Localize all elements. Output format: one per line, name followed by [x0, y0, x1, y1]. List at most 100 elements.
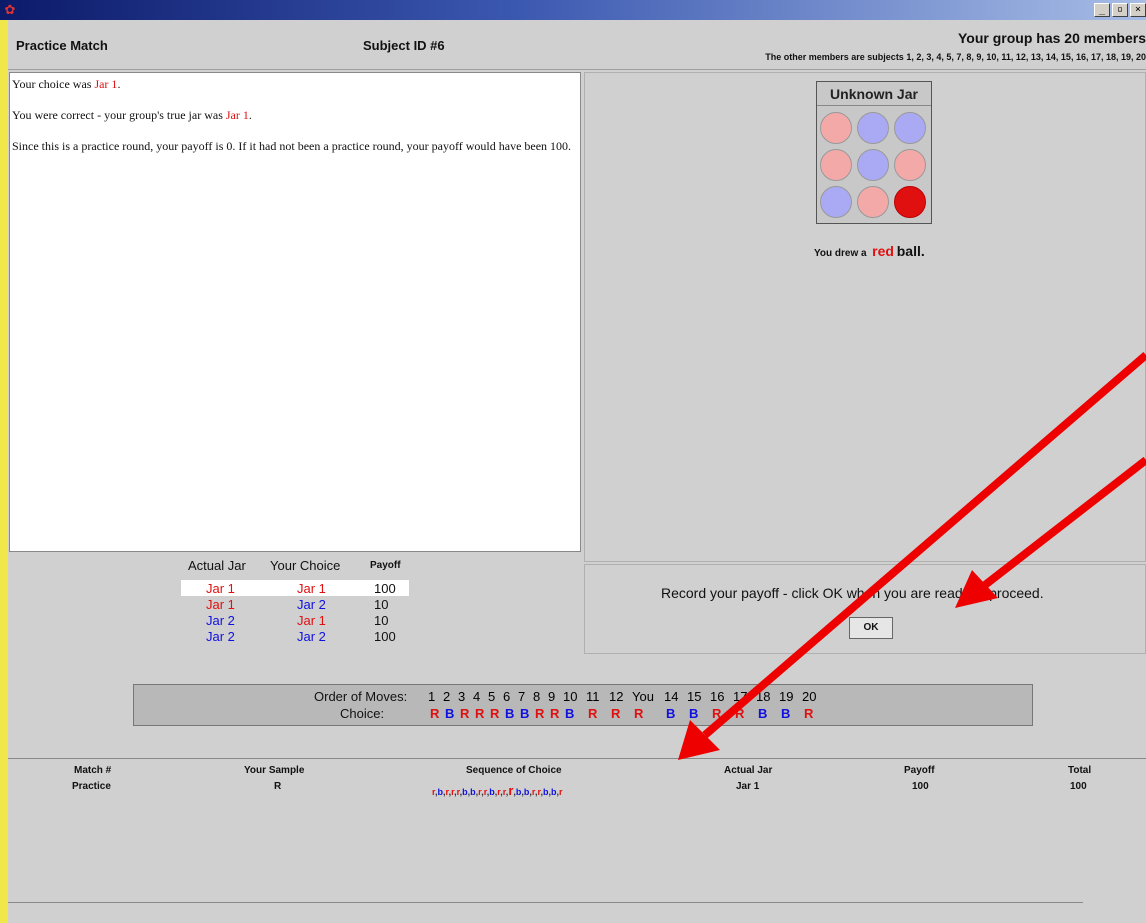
header: Practice Match Subject ID #6 Your group …: [8, 20, 1146, 70]
drawn-color: red: [872, 243, 894, 259]
divider: [8, 902, 1083, 903]
minimize-button[interactable]: _: [1094, 3, 1110, 17]
correct-message: You were correct - your group's true jar…: [12, 108, 252, 122]
history-actual-jar: Jar 1: [736, 781, 760, 792]
move-number: 19: [779, 689, 794, 704]
page-title: Practice Match: [16, 38, 108, 53]
order-of-moves: Order of Moves: Choice: 1R2B3R4R5R6B7B8R…: [133, 684, 1033, 726]
payoff-row: Jar 2 Jar 1 10: [181, 612, 409, 628]
history-match: Practice: [72, 781, 111, 792]
move-number: 7: [518, 689, 526, 704]
choice-jar: Jar 1: [94, 77, 118, 91]
title-bar[interactable]: ✿ _ ▫ ×: [0, 0, 1146, 20]
header-actual-jar: Actual Jar: [188, 558, 246, 573]
move-choice: R: [550, 706, 560, 721]
header-payoff: Payoff: [370, 560, 401, 571]
history-header-payoff: Payoff: [904, 765, 935, 776]
unknown-jar: Unknown Jar: [816, 81, 932, 224]
move-choice: R: [712, 706, 722, 721]
payoff-actual: Jar 1: [206, 597, 235, 612]
record-instruction: Record your payoff - click OK when you a…: [661, 585, 1044, 601]
payoff-payoff: 100: [374, 581, 396, 596]
move-number: 18: [756, 689, 771, 704]
move-number: 15: [687, 689, 702, 704]
lavender-ball: [894, 112, 926, 144]
move-number: 10: [563, 689, 578, 704]
payoff-payoff: 100: [374, 629, 396, 644]
message-box[interactable]: Your choice was Jar 1. You were correct …: [9, 72, 581, 552]
header-your-choice: Your Choice: [270, 558, 341, 573]
choice-label: Choice:: [340, 706, 385, 721]
payoff-choice: Jar 1: [297, 613, 326, 628]
window-controls: _ ▫ ×: [1094, 3, 1146, 17]
payoff-actual: Jar 2: [206, 613, 235, 628]
history-sequence: r,b,r,r,r,b,b,r,r,b,r,r,r,b,b,r,r,b,b,r: [432, 783, 563, 798]
move-choice: R: [490, 706, 500, 721]
move-choice: B: [781, 706, 791, 721]
history-header-sample: Your Sample: [244, 765, 305, 776]
move-choice: R: [735, 706, 745, 721]
payoff-actual: Jar 1: [206, 581, 235, 596]
payoff-table: Actual Jar Your Choice Payoff Jar 1 Jar 1…: [8, 552, 583, 654]
history-sample: R: [274, 781, 282, 792]
move-choice: B: [565, 706, 575, 721]
move-number: You: [632, 689, 654, 704]
lavender-ball: [857, 112, 889, 144]
move-number: 8: [533, 689, 541, 704]
app-window: Practice Match Subject ID #6 Your group …: [8, 20, 1146, 923]
move-choice: R: [475, 706, 485, 721]
move-choice: B: [520, 706, 530, 721]
move-number: 17: [733, 689, 748, 704]
jar-title: Unknown Jar: [817, 82, 931, 106]
payoff-choice: Jar 2: [297, 597, 326, 612]
move-number: 14: [664, 689, 679, 704]
payoff-row: Jar 1 Jar 2 10: [181, 596, 409, 612]
group-size: Your group has 20 members: [957, 30, 1146, 46]
move-number: 2: [443, 689, 451, 704]
move-choice: R: [430, 706, 440, 721]
close-button[interactable]: ×: [1130, 3, 1146, 17]
move-number: 16: [710, 689, 725, 704]
move-number: 3: [458, 689, 466, 704]
order-label: Order of Moves:: [314, 689, 408, 704]
history-header-match: Match #: [74, 765, 112, 776]
move-choice: B: [666, 706, 676, 721]
history-header-sequence: Sequence of Choice: [466, 765, 562, 776]
move-choice: R: [634, 706, 644, 721]
payoff-row: Jar 2 Jar 2 100: [181, 628, 409, 644]
move-number: 12: [609, 689, 624, 704]
pink-ball: [820, 112, 852, 144]
move-choice: B: [505, 706, 515, 721]
true-jar: Jar 1: [225, 108, 249, 122]
lavender-ball: [820, 186, 852, 218]
subject-id: Subject ID #6: [363, 38, 445, 53]
move-choice: B: [445, 706, 455, 721]
draw-result: You drew a red ball.: [814, 243, 925, 259]
pink-ball: [820, 149, 852, 181]
ok-button[interactable]: OK: [849, 617, 893, 639]
payoff-message: Since this is a practice round, your pay…: [12, 139, 572, 153]
match-history: Match # Your Sample Sequence of Choice A…: [8, 758, 1146, 908]
payoff-payoff: 10: [374, 613, 389, 628]
jar-panel: Unknown Jar You drew a red ball.: [584, 72, 1146, 562]
payoff-choice: Jar 1: [297, 581, 326, 596]
payoff-actual: Jar 2: [206, 629, 235, 644]
move-number: 5: [488, 689, 496, 704]
move-number: 4: [473, 689, 481, 704]
history-payoff: 100: [912, 781, 929, 792]
move-choice: R: [460, 706, 470, 721]
app-icon: ✿: [4, 2, 16, 17]
lavender-ball: [857, 149, 889, 181]
move-choice: B: [758, 706, 768, 721]
group-members: The other members are subjects 1, 2, 3, …: [765, 52, 1146, 62]
move-choice: R: [611, 706, 621, 721]
move-choice: R: [535, 706, 545, 721]
choice-message: Your choice was Jar 1.: [12, 77, 121, 91]
restore-button[interactable]: ▫: [1112, 3, 1128, 17]
move-number: 1: [428, 689, 436, 704]
move-choice: R: [804, 706, 814, 721]
payoff-choice: Jar 2: [297, 629, 326, 644]
move-number: 6: [503, 689, 511, 704]
move-choice: R: [588, 706, 598, 721]
pink-ball: [857, 186, 889, 218]
